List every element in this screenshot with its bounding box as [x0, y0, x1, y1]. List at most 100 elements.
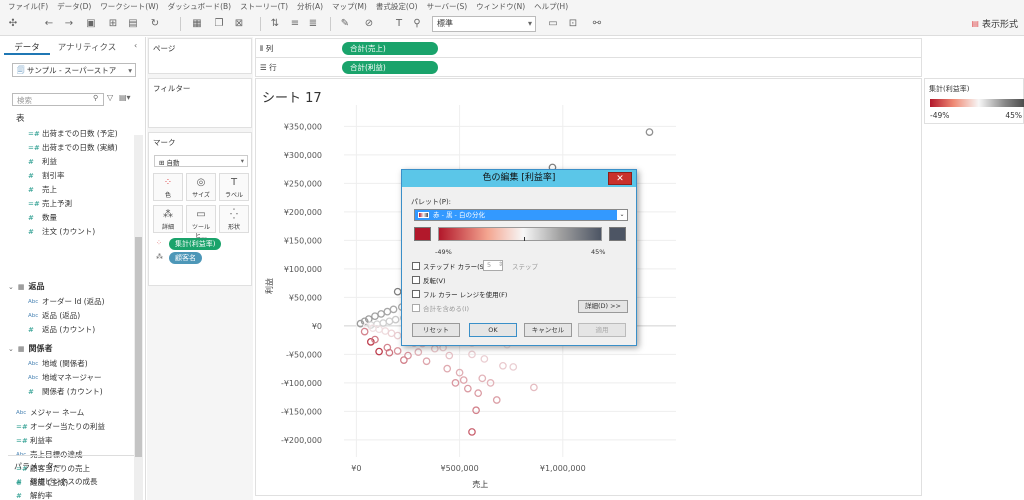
menu-item[interactable]: データ(D)	[57, 1, 91, 12]
menu-item[interactable]: ヘルプ(H)	[534, 1, 568, 12]
apply-button[interactable]: 適用	[578, 323, 626, 337]
filters-card[interactable]: フィルター	[148, 78, 252, 128]
field-item[interactable]: =# オーダー当たりの利益	[16, 420, 105, 433]
color-legend[interactable]: 集計(利益率) -49% 45%	[924, 78, 1024, 124]
tableau-logo-icon[interactable]: ✣	[6, 17, 20, 31]
columns-pill[interactable]: 合計(売上)	[342, 42, 438, 55]
datasource-select[interactable]: 🗐 サンプル - スーパーストア ▾	[12, 63, 136, 77]
rows-pill[interactable]: 合計(利益)	[342, 61, 438, 74]
field-item[interactable]: Abc 地域マネージャー	[28, 371, 101, 384]
stepped-color-checkbox[interactable]: ステップド カラー(S)	[412, 261, 486, 271]
divider	[8, 455, 134, 456]
group-people[interactable]: ⌄ ▦ 関係者	[8, 343, 53, 354]
field-item[interactable]: # 新規ビジネスの成長	[16, 475, 98, 488]
tab-analytics[interactable]: アナリティクス	[54, 41, 120, 55]
field-search-input[interactable]: 検索	[12, 93, 104, 106]
clear-sheet-icon[interactable]: ⊠	[232, 17, 246, 31]
fit-select[interactable]: 標準 ▾	[432, 16, 536, 32]
palette-select[interactable]: 赤 - 黒 - 白の分化 ⌄	[414, 209, 628, 221]
view-options-icon[interactable]: ▤▾	[119, 93, 131, 102]
field-item[interactable]: =# 出荷までの日数 (予定)	[28, 127, 118, 140]
collapse-pane-icon[interactable]: ‹	[134, 41, 137, 50]
scatter-point	[381, 327, 390, 335]
size-button[interactable]: ◎ サイズ	[186, 173, 216, 201]
refresh-icon[interactable]: ↻	[148, 17, 162, 31]
close-icon[interactable]: ✕	[608, 172, 632, 185]
tab-data[interactable]: データ	[4, 41, 50, 55]
scrollbar-thumb[interactable]	[135, 237, 142, 457]
menu-item[interactable]: ストーリー(T)	[240, 1, 288, 12]
include-totals-checkbox[interactable]: 合計を含める(I)	[412, 303, 469, 313]
field-item[interactable]: Abc オーダー Id (返品)	[28, 295, 105, 308]
field-item[interactable]: =# 利益率	[16, 434, 53, 447]
detail-pill[interactable]: 顧客名	[169, 252, 202, 264]
device-preview-icon[interactable]: ⊡	[566, 17, 580, 31]
sort-desc-icon[interactable]: ≣	[306, 17, 320, 31]
cancel-button[interactable]: キャンセル	[524, 323, 572, 337]
menu-item[interactable]: 書式設定(O)	[376, 1, 418, 12]
field-item[interactable]: # 解約率	[16, 489, 53, 500]
redo-icon[interactable]: →	[62, 17, 76, 31]
spinner-icon[interactable]: ⇕	[498, 261, 503, 268]
field-item[interactable]: # 返品 (カウント)	[28, 323, 95, 336]
tooltip-button[interactable]: ▭ ツールヒ...	[186, 205, 216, 240]
save-icon[interactable]: ▣	[84, 17, 98, 31]
color-pill-icon: ⁘	[156, 239, 162, 247]
shape-button[interactable]: ⁛ 形状	[219, 205, 249, 233]
rows-shelf[interactable]: ☰ 行 合計(利益)	[255, 57, 922, 77]
color-pill[interactable]: 集計(利益率)	[169, 238, 222, 250]
field-item[interactable]: # 割引率	[28, 169, 65, 182]
detail-button[interactable]: ⁂ 詳細	[153, 205, 183, 233]
full-range-checkbox[interactable]: フル カラー レンジを使用(F)	[412, 289, 507, 299]
group-icon[interactable]: ⊘	[362, 17, 376, 31]
filter-icon[interactable]: ▽	[107, 93, 113, 102]
start-color-swatch[interactable]	[414, 227, 431, 241]
chevron-down-icon: ⌄	[617, 210, 627, 220]
advanced-button[interactable]: 詳細(D) >>	[578, 300, 628, 313]
ok-button[interactable]: OK	[469, 323, 517, 337]
field-label: メジャー ネーム	[30, 408, 85, 417]
field-item[interactable]: Abc メジャー ネーム	[16, 406, 84, 419]
duplicate-icon[interactable]: ❐	[212, 17, 226, 31]
show-me-button[interactable]: ▤ 表示形式	[971, 17, 1018, 30]
pin-icon[interactable]: ⚲	[410, 17, 424, 31]
new-datasource-icon[interactable]: ⊞	[106, 17, 120, 31]
end-color-swatch[interactable]	[609, 227, 626, 241]
field-item[interactable]: Abc 地域 (関係者)	[28, 357, 88, 370]
menu-item[interactable]: 分析(A)	[297, 1, 323, 12]
field-item[interactable]: # 数量	[28, 211, 57, 224]
undo-icon[interactable]: ←	[42, 17, 56, 31]
field-item[interactable]: =# 出荷までの日数 (実績)	[28, 141, 118, 154]
reverse-checkbox[interactable]: 反転(V)	[412, 275, 446, 285]
sort-asc-icon[interactable]: ≡	[288, 17, 302, 31]
menu-item[interactable]: マップ(M)	[332, 1, 367, 12]
field-label: 売上予測	[42, 199, 72, 208]
field-item[interactable]: =# 売上予測	[28, 197, 72, 210]
menu-item[interactable]: ワークシート(W)	[100, 1, 158, 12]
pause-updates-icon[interactable]: ▤	[126, 17, 140, 31]
text-label-icon[interactable]: T	[392, 17, 406, 31]
menu-item[interactable]: ファイル(F)	[8, 1, 48, 12]
field-item[interactable]: Abc 返品 (返品)	[28, 309, 80, 322]
group-returns[interactable]: ⌄ ▦ 返品	[8, 281, 45, 292]
field-item[interactable]: # 注文 (カウント)	[28, 225, 95, 238]
pages-card[interactable]: ページ	[148, 38, 252, 74]
field-item[interactable]: # 利益	[28, 155, 57, 168]
mark-type-select[interactable]: ⊞ 自動 ▾	[154, 155, 248, 167]
color-button[interactable]: ⁘ 色	[153, 173, 183, 201]
menu-item[interactable]: サーバー(S)	[427, 1, 468, 12]
swap-axes-icon[interactable]: ⇅	[268, 17, 282, 31]
reset-button[interactable]: リセット	[412, 323, 460, 337]
presentation-icon[interactable]: ▭	[546, 17, 560, 31]
columns-shelf[interactable]: ⦀ 列 合計(売上)	[255, 38, 922, 58]
field-item[interactable]: # 売上	[28, 183, 57, 196]
new-sheet-icon[interactable]: ▦	[190, 17, 204, 31]
highlight-icon[interactable]: ✎	[338, 17, 352, 31]
menu-item[interactable]: ダッシュボード(B)	[168, 1, 232, 12]
menu-item[interactable]: ウィンドウ(N)	[476, 1, 525, 12]
share-icon[interactable]: ⚯	[590, 17, 604, 31]
label-button[interactable]: T ラベル	[219, 173, 249, 201]
field-item[interactable]: # 関係者 (カウント)	[28, 385, 103, 398]
field-label: 地域マネージャー	[42, 373, 102, 382]
field-label: オーダー当たりの利益	[30, 422, 105, 431]
